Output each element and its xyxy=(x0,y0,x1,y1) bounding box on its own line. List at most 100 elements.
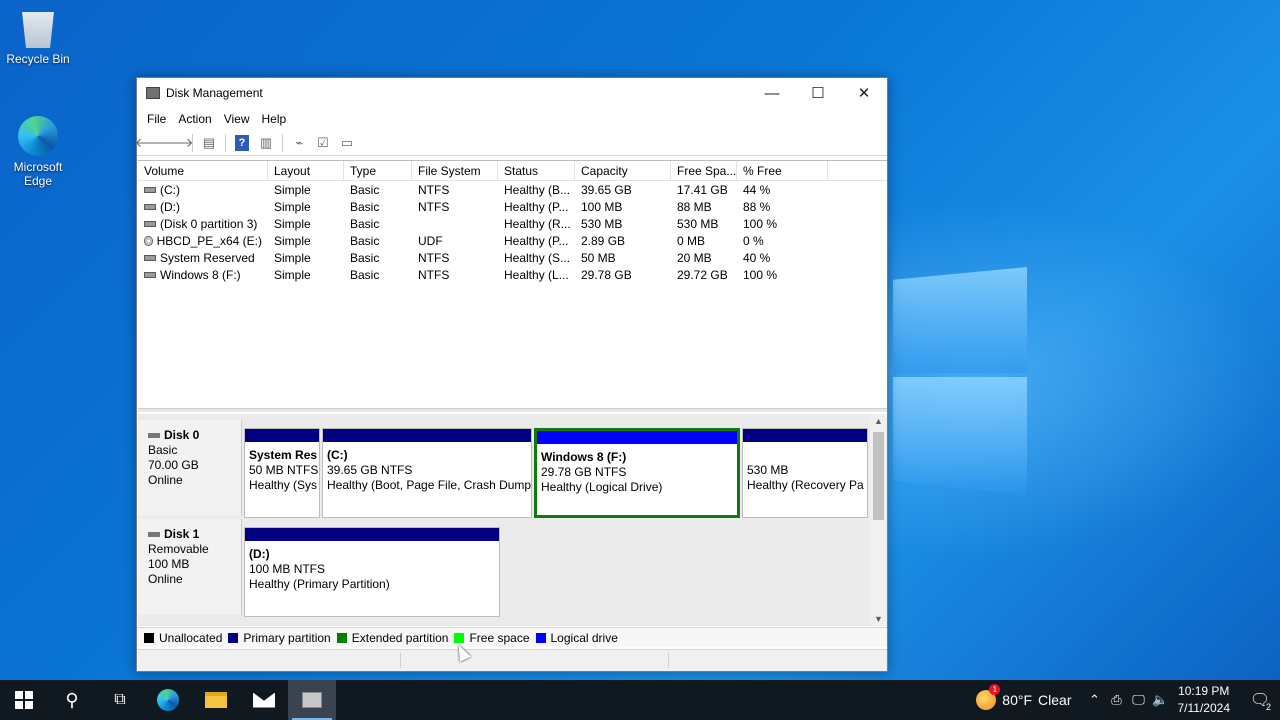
maximize-button[interactable]: ☐ xyxy=(795,78,841,108)
menu-file[interactable]: File xyxy=(141,112,172,126)
volume-status-cell: Healthy (B... xyxy=(504,182,571,197)
task-view-button[interactable]: ⧉ xyxy=(96,680,144,720)
column-capacity[interactable]: Capacity xyxy=(575,161,671,180)
legend-swatch xyxy=(535,632,546,643)
weather-condition: Clear xyxy=(1038,692,1072,708)
toolbar-separator xyxy=(225,133,226,152)
title-bar[interactable]: Disk Management — ☐ ✕ xyxy=(137,78,887,108)
edge-desktop-icon[interactable]: Microsoft Edge xyxy=(0,116,76,188)
legend-swatch xyxy=(454,632,465,643)
volume-row[interactable]: (D:) Simple Basic NTFS Healthy (P... 100 MB 88… xyxy=(138,198,887,215)
show-hide-console-tree-icon[interactable]: ▤ xyxy=(198,133,220,153)
recycle-bin-desktop-icon[interactable]: Recycle Bin xyxy=(0,8,76,66)
list-icon[interactable]: ▭ xyxy=(336,133,358,153)
menu-action[interactable]: Action xyxy=(172,112,217,126)
disk-name: Disk 0 xyxy=(164,428,200,442)
menu-help[interactable]: Help xyxy=(256,112,293,126)
notification-center-button[interactable]: 🗨 2 xyxy=(1240,680,1280,720)
column-file-system[interactable]: File System xyxy=(412,161,498,180)
scrollbar-thumb[interactable] xyxy=(873,432,884,520)
properties-icon[interactable]: ▥ xyxy=(255,133,277,153)
search-button[interactable]: ⚲ xyxy=(48,680,96,720)
disk-graphical-view: Disk 0 Basic 70.00 GB Online System Res 5… xyxy=(138,414,887,626)
legend-unallocated: Unallocated xyxy=(144,631,222,645)
column-layout[interactable]: Layout xyxy=(268,161,344,180)
menu-view[interactable]: View xyxy=(218,112,256,126)
volume-free-cell: 29.72 GB xyxy=(677,267,728,282)
column-free-space[interactable]: Free Spa... xyxy=(671,161,737,180)
close-button[interactable]: ✕ xyxy=(841,78,887,108)
volume-type-cell: Basic xyxy=(350,250,380,265)
recycle-bin-icon xyxy=(22,12,54,48)
disk-info[interactable]: Disk 1 Removable 100 MB Online xyxy=(138,519,242,615)
volume-fs-cell: UDF xyxy=(418,233,443,248)
check-icon[interactable]: ☑ xyxy=(312,133,334,153)
partition-size: 100 MB NTFS xyxy=(249,562,326,576)
disk-info[interactable]: Disk 0 Basic 70.00 GB Online xyxy=(138,420,242,516)
toolbar-separator xyxy=(282,133,283,152)
chevron-up-icon[interactable]: ⌃ xyxy=(1084,692,1106,708)
device-icon[interactable]: ⎙ xyxy=(1106,692,1128,708)
volume-name: (D:) xyxy=(160,199,180,214)
column-volume[interactable]: Volume xyxy=(138,161,268,180)
taskbar-file-explorer[interactable] xyxy=(192,680,240,720)
partition[interactable]: (C:) 39.65 GB NTFS Healthy (Boot, Page Fil… xyxy=(322,428,532,518)
volume-name-cell: (Disk 0 partition 3) xyxy=(138,217,268,231)
partition[interactable]: System Res 50 MB NTFS Healthy (Sys xyxy=(244,428,320,518)
drive-icon xyxy=(144,186,156,193)
start-button[interactable] xyxy=(0,680,48,720)
legend-swatch xyxy=(228,632,239,643)
clock[interactable]: 10:19 PM 7/11/2024 xyxy=(1178,683,1231,717)
taskbar-edge[interactable] xyxy=(144,680,192,720)
weather-widget[interactable]: 1 80°F Clear xyxy=(976,684,1072,710)
edge-icon xyxy=(157,689,179,711)
windows-wallpaper-logo xyxy=(893,255,1029,495)
volume-icon[interactable]: 🔈 xyxy=(1150,692,1172,708)
windows-start-icon xyxy=(15,691,33,709)
taskbar-mail[interactable] xyxy=(240,680,288,720)
mail-icon xyxy=(253,692,275,708)
graphical-view-scrollbar[interactable]: ▲ ▼ xyxy=(870,414,887,626)
volume-status-cell: Healthy (P... xyxy=(504,199,569,214)
volume-name-cell: System Reserved xyxy=(138,251,268,265)
volume-row[interactable]: System Reserved Simple Basic NTFS Healthy (S… xyxy=(138,249,887,266)
volume-capacity-cell: 39.65 GB xyxy=(581,182,632,197)
volume-name-cell: (C:) xyxy=(138,183,268,197)
column-percent-free[interactable]: % Free xyxy=(737,161,828,180)
clock-date: 7/11/2024 xyxy=(1177,701,1231,715)
volume-row[interactable]: (Disk 0 partition 3) Simple Basic Healthy (… xyxy=(138,215,887,232)
volume-layout-cell: Simple xyxy=(274,199,311,214)
drive-icon xyxy=(144,220,156,227)
volume-row[interactable]: (C:) Simple Basic NTFS Healthy (B... 39.65 GB… xyxy=(138,181,887,198)
optical-drive-icon xyxy=(144,235,153,246)
volume-free-cell: 20 MB xyxy=(677,250,712,265)
scroll-down-icon[interactable]: ▼ xyxy=(870,614,887,624)
forward-arrow-icon[interactable]: 🡒 xyxy=(159,133,194,153)
volume-row[interactable]: HBCD_PE_x64 (E:) Simple Basic UDF Healthy (P… xyxy=(138,232,887,249)
volume-name-cell: (D:) xyxy=(138,200,268,214)
volume-pct-cell: 40 % xyxy=(743,250,771,265)
volume-row[interactable]: Windows 8 (F:) Simple Basic NTFS Healthy (L.… xyxy=(138,266,887,283)
partition[interactable]: (D:) 100 MB NTFS Healthy (Primary Partitio… xyxy=(244,527,500,617)
connect-icon[interactable]: ⌁ xyxy=(288,133,310,153)
taskbar-disk-management[interactable] xyxy=(288,680,336,720)
weather-sun-icon: 1 xyxy=(976,684,1001,710)
pane-splitter[interactable] xyxy=(138,408,887,412)
scroll-up-icon[interactable]: ▲ xyxy=(870,416,887,426)
partition-selected[interactable]: Windows 8 (F:) 29.78 GB NTFS Healthy (Logi… xyxy=(534,428,740,518)
edge-label: Microsoft Edge xyxy=(13,160,63,188)
partition-status: Healthy (Logical Drive) xyxy=(541,480,663,494)
partition[interactable]: 530 MB Healthy (Recovery Pa xyxy=(742,428,868,518)
notification-count: 2 xyxy=(1265,702,1271,712)
disk-row: Disk 1 Removable 100 MB Online (D:) 100 M… xyxy=(138,519,870,617)
volume-capacity-cell: 100 MB xyxy=(581,199,623,214)
network-icon[interactable]: 🖵 xyxy=(1128,692,1150,708)
help-icon[interactable]: ? xyxy=(231,133,253,153)
legend-swatch xyxy=(144,632,154,643)
disk-icon xyxy=(148,433,160,438)
column-type[interactable]: Type xyxy=(344,161,412,180)
volume-pct-cell: 100 % xyxy=(743,267,778,282)
minimize-button[interactable]: — xyxy=(749,78,795,108)
column-status[interactable]: Status xyxy=(498,161,575,180)
volume-free-cell: 17.41 GB xyxy=(677,182,728,197)
